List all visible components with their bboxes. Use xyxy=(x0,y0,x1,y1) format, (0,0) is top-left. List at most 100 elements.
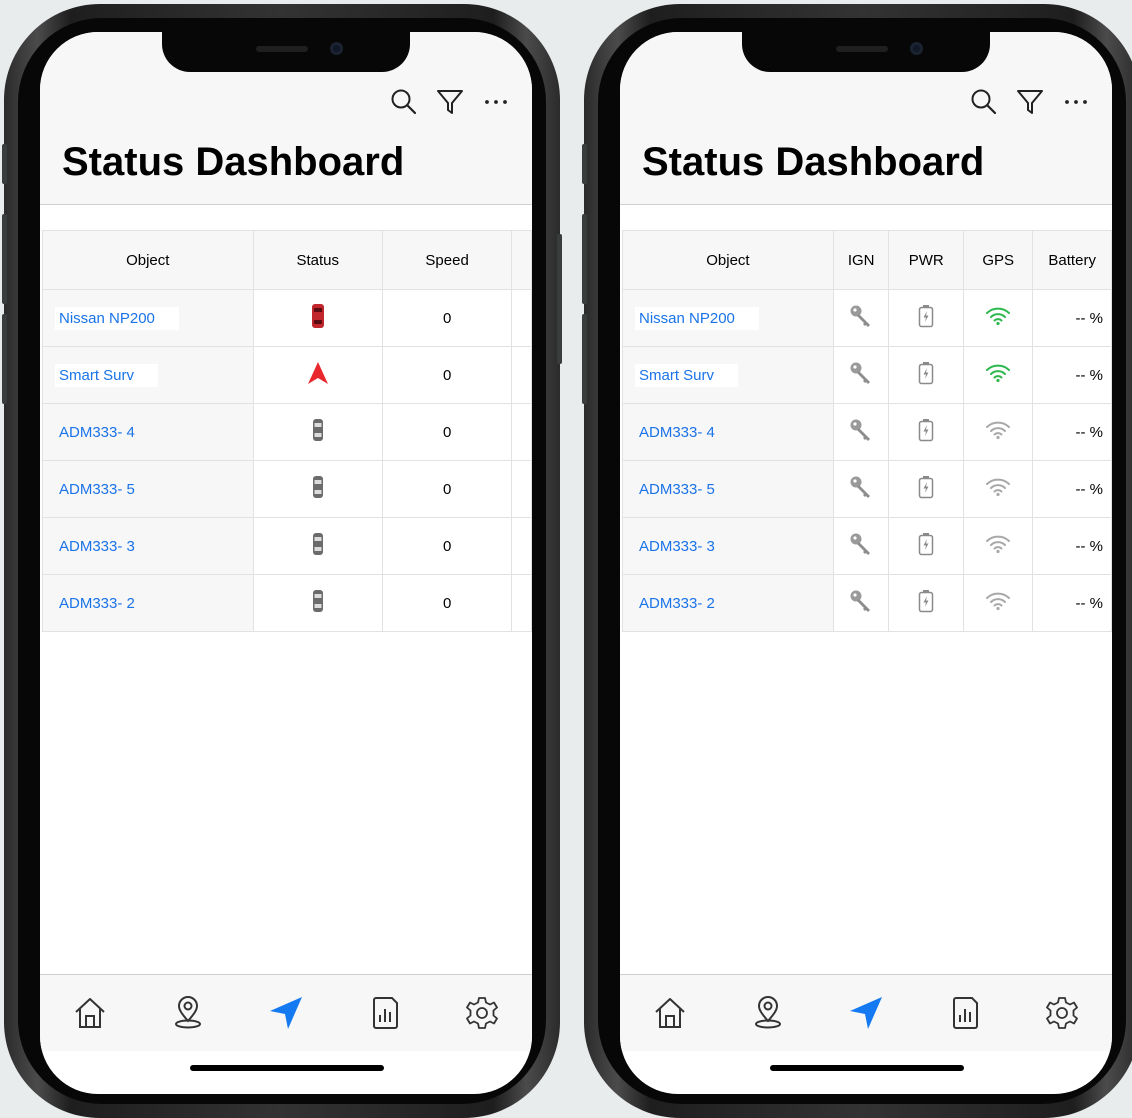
navigation-icon[interactable] xyxy=(846,993,886,1033)
grey-car-icon xyxy=(312,590,324,617)
table-header-row: Object IGN PWR GPS Battery xyxy=(622,230,1112,290)
object-cell[interactable]: ADM333- 4 xyxy=(622,403,834,461)
settings-icon[interactable] xyxy=(1042,993,1082,1033)
navigation-icon[interactable] xyxy=(266,993,306,1033)
object-cell[interactable]: Smart Surv xyxy=(42,346,254,404)
object-cell[interactable]: ADM333- 4 xyxy=(42,403,254,461)
spacer xyxy=(620,205,1112,231)
table-row[interactable]: ADM333- 5 -- % xyxy=(622,460,1112,518)
column-header-battery[interactable]: Battery xyxy=(1032,230,1112,290)
table-row[interactable]: ADM333- 2 0 xyxy=(42,574,532,632)
gps-cell xyxy=(962,460,1034,518)
filter-icon[interactable] xyxy=(1016,88,1044,121)
wifi-signal-icon xyxy=(985,478,1011,501)
notch xyxy=(742,32,990,72)
red-car-icon xyxy=(311,304,325,333)
table-row[interactable]: Smart Surv -- % xyxy=(622,346,1112,404)
map-pin-icon[interactable] xyxy=(168,993,208,1033)
settings-icon[interactable] xyxy=(462,993,502,1033)
column-header-object[interactable]: Object xyxy=(622,230,834,290)
table-row[interactable]: ADM333- 4 -- % xyxy=(622,403,1112,461)
wifi-signal-icon xyxy=(985,535,1011,558)
object-link[interactable]: ADM333- 2 xyxy=(639,595,715,612)
filter-icon[interactable] xyxy=(436,88,464,121)
home-icon[interactable] xyxy=(650,993,690,1033)
more-icon[interactable] xyxy=(482,88,510,121)
ign-cell xyxy=(832,517,890,575)
battery-cell: -- % xyxy=(1032,574,1112,632)
table-row[interactable]: Nissan NP200 0 xyxy=(42,289,532,347)
object-cell[interactable]: Smart Surv xyxy=(622,346,834,404)
screen: Status Dashboard Object Status Speed Nis… xyxy=(40,32,532,1094)
map-pin-icon[interactable] xyxy=(748,993,788,1033)
gps-cell xyxy=(962,517,1034,575)
object-link[interactable]: Nissan NP200 xyxy=(55,306,179,330)
home-indicator[interactable] xyxy=(770,1065,964,1071)
battery-cell: -- % xyxy=(1032,517,1112,575)
object-cell[interactable]: ADM333- 2 xyxy=(42,574,254,632)
overflow-cell xyxy=(511,346,532,404)
speed-cell: 0 xyxy=(381,403,513,461)
wifi-signal-icon xyxy=(985,592,1011,615)
object-link[interactable]: ADM333- 2 xyxy=(59,595,135,612)
object-link[interactable]: ADM333- 5 xyxy=(639,481,715,498)
ign-cell xyxy=(832,574,890,632)
object-cell[interactable]: ADM333- 3 xyxy=(42,517,254,575)
overflow-cell xyxy=(511,517,532,575)
status-cell xyxy=(252,517,383,575)
page-title: Status Dashboard xyxy=(62,140,405,184)
overflow-cell xyxy=(511,574,532,632)
table-row[interactable]: ADM333- 2 -- % xyxy=(622,574,1112,632)
column-header-status[interactable]: Status xyxy=(252,230,383,290)
home-indicator[interactable] xyxy=(190,1065,384,1071)
object-link[interactable]: Smart Surv xyxy=(635,363,739,387)
table-row[interactable]: ADM333- 3 -- % xyxy=(622,517,1112,575)
table-row[interactable]: Smart Surv 0 xyxy=(42,346,532,404)
report-icon[interactable] xyxy=(364,993,404,1033)
more-icon[interactable] xyxy=(1062,88,1090,121)
key-icon xyxy=(849,305,873,332)
object-link[interactable]: ADM333- 4 xyxy=(59,424,135,441)
page-title: Status Dashboard xyxy=(642,140,985,184)
battery-icon xyxy=(918,533,934,560)
column-header-object[interactable]: Object xyxy=(42,230,254,290)
status-cell xyxy=(252,289,383,347)
object-cell[interactable]: ADM333- 2 xyxy=(622,574,834,632)
battery-cell: -- % xyxy=(1032,403,1112,461)
report-icon[interactable] xyxy=(944,993,984,1033)
overflow-cell xyxy=(511,403,532,461)
column-header-ign[interactable]: IGN xyxy=(832,230,890,290)
tab-bar xyxy=(40,974,532,1051)
table-row[interactable]: ADM333- 3 0 xyxy=(42,517,532,575)
status-cell xyxy=(252,403,383,461)
table-row[interactable]: ADM333- 5 0 xyxy=(42,460,532,518)
object-link[interactable]: ADM333- 3 xyxy=(59,538,135,555)
object-cell[interactable]: ADM333- 3 xyxy=(622,517,834,575)
table-row[interactable]: ADM333- 4 0 xyxy=(42,403,532,461)
column-header-gps[interactable]: GPS xyxy=(962,230,1034,290)
object-link[interactable]: Nissan NP200 xyxy=(635,306,759,330)
speed-cell: 0 xyxy=(381,346,513,404)
search-icon[interactable] xyxy=(390,88,418,121)
search-icon[interactable] xyxy=(970,88,998,121)
object-cell[interactable]: Nissan NP200 xyxy=(622,289,834,347)
overflow-cell xyxy=(511,460,532,518)
object-cell[interactable]: Nissan NP200 xyxy=(42,289,254,347)
object-link[interactable]: ADM333- 4 xyxy=(639,424,715,441)
volume-down-button xyxy=(582,314,587,404)
speaker xyxy=(256,46,308,52)
pwr-cell xyxy=(888,346,964,404)
status-cell xyxy=(252,346,383,404)
object-link[interactable]: ADM333- 3 xyxy=(639,538,715,555)
column-header-speed[interactable]: Speed xyxy=(381,230,513,290)
object-link[interactable]: Smart Surv xyxy=(55,363,159,387)
wifi-signal-icon xyxy=(985,421,1011,444)
column-header-pwr[interactable]: PWR xyxy=(888,230,964,290)
table-row[interactable]: Nissan NP200 -- % xyxy=(622,289,1112,347)
object-cell[interactable]: ADM333- 5 xyxy=(622,460,834,518)
object-link[interactable]: ADM333- 5 xyxy=(59,481,135,498)
status-table: Object Status Speed Nissan NP200 0 Smart… xyxy=(42,230,532,632)
home-icon[interactable] xyxy=(70,993,110,1033)
object-cell[interactable]: ADM333- 5 xyxy=(42,460,254,518)
battery-cell: -- % xyxy=(1032,460,1112,518)
